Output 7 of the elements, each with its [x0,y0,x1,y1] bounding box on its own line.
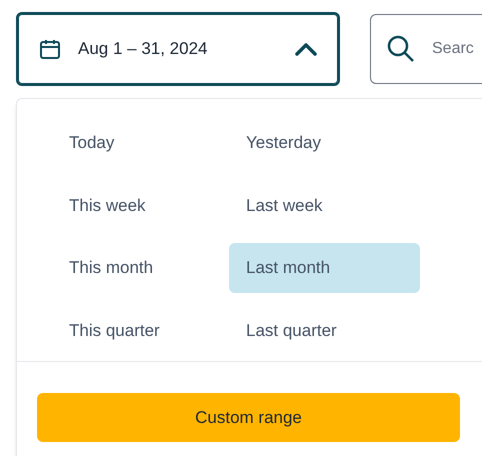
search-field[interactable]: Searc [370,14,482,84]
search-icon [386,34,416,64]
date-range-button[interactable]: Aug 1 – 31, 2024 [16,12,340,86]
chevron-up-icon [294,41,318,57]
preset-option[interactable]: Last month [229,243,420,293]
custom-range-button[interactable]: Custom range [37,393,460,442]
calendar-icon [38,37,62,61]
